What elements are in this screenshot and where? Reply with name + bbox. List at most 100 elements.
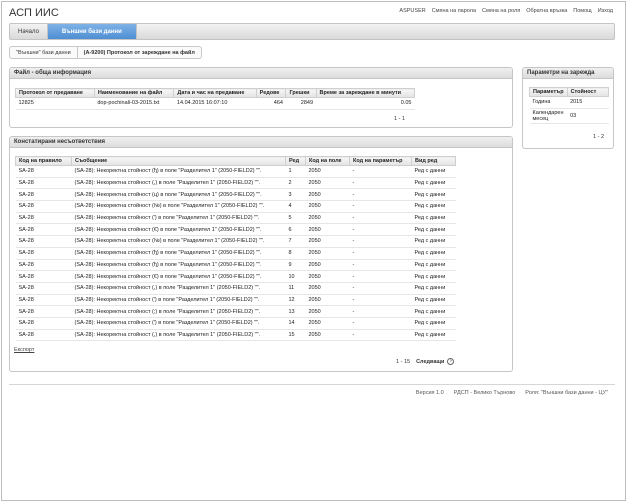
- cell-param-code: -: [349, 259, 412, 272]
- change-password-link[interactable]: Смяна на парола: [432, 8, 476, 14]
- cell-rule-code: SA-28: [15, 270, 72, 283]
- cell-message: (SA-28): Некоректна стойност (№) в поле …: [71, 200, 286, 213]
- table-row[interactable]: SA-28 (SA-28): Некоректна стойност (ц) в …: [15, 188, 456, 202]
- cell-protocol: 12825: [15, 97, 95, 110]
- table-row[interactable]: SA-28 (SA-28): Некоректна стойност (€) в …: [15, 270, 456, 283]
- cell-row: 2: [285, 177, 306, 190]
- cell-message: (SA-28): Некоректна стойност (') в поле …: [71, 317, 286, 330]
- cell-row: 5: [285, 212, 306, 225]
- cell-field-code: 2050: [305, 165, 350, 178]
- file-info-header-row: Протокол от предаване Наименование на фа…: [15, 88, 416, 98]
- cell-field-code: 2050: [305, 200, 350, 213]
- col-message[interactable]: Съобщение: [71, 156, 286, 166]
- table-row[interactable]: SA-28 (SA-28): Некоректна стойност (;) в …: [15, 305, 456, 318]
- table-row[interactable]: SA-28 (SA-28): Некоректна стойност (ђ) в …: [15, 247, 456, 260]
- param-value: 03: [567, 108, 609, 124]
- cell-row: 15: [285, 329, 306, 342]
- cell-message: (SA-28): Некоректна стойност (€) в поле …: [71, 223, 286, 237]
- cell-row-type: Ред с данни: [411, 177, 456, 190]
- errors-header-row: Код на правило Съобщение Ред Код на поле…: [15, 156, 456, 166]
- cell-param-code: -: [349, 223, 412, 237]
- cell-field-code: 2050: [305, 188, 350, 202]
- logout-link[interactable]: Изход: [598, 8, 613, 14]
- table-row[interactable]: SA-28 (SA-28): Некоректна стойност (ђ) в …: [15, 259, 456, 272]
- col-row[interactable]: Ред: [285, 156, 306, 166]
- cell-message: (SA-28): Некоректна стойност (№) в поле …: [71, 235, 286, 248]
- breadcrumb: "Външни" бази данни (А-9200) Протокол от…: [9, 46, 202, 59]
- page-frame: АСП ИИС ASPUSER Смяна на парола Смяна на…: [1, 1, 626, 501]
- cell-rule-code: SA-28: [15, 329, 72, 342]
- nav-tab-external-db[interactable]: Външни бази данни: [47, 24, 137, 39]
- cell-message: (SA-28): Некоректна стойност (ђ) в поле …: [71, 247, 286, 260]
- file-info-panel: Файл - обща информация Протокол от преда…: [9, 67, 513, 128]
- cell-row-type: Ред с данни: [411, 329, 456, 342]
- table-row[interactable]: SA-28 (SA-28): Некоректна стойност (,) в …: [15, 282, 456, 295]
- nav-tab-home[interactable]: Начало: [10, 24, 48, 39]
- cell-rule-code: SA-28: [15, 188, 72, 202]
- table-row[interactable]: SA-28 (SA-28): Некоректна стойност (№) в …: [15, 235, 456, 248]
- footer-divider: [9, 384, 615, 385]
- cell-param-code: -: [349, 200, 412, 213]
- table-row[interactable]: SA-28 (SA-28): Некоректна стойност (') в …: [15, 294, 456, 307]
- col-load-time[interactable]: Време за зареждане в минути: [315, 88, 416, 98]
- col-errors[interactable]: Грешки: [285, 88, 317, 98]
- table-row[interactable]: SA-28 (SA-28): Некоректна стойност (') в …: [15, 317, 456, 330]
- cell-message: (SA-28): Некоректна стойност (,) в поле …: [71, 329, 286, 342]
- col-date-time[interactable]: Дата и час на предаване: [173, 88, 257, 98]
- cell-message: (SA-28): Некоректна стойност (ц) в поле …: [71, 188, 286, 202]
- cell-date-time: 14.04.2015 16:07:10: [173, 97, 257, 110]
- main-nav: Начало Външни бази данни: [9, 23, 615, 40]
- table-row[interactable]: SA-28 (SA-28): Некоректна стойност (,) в …: [15, 177, 456, 190]
- cell-row-type: Ред с данни: [411, 188, 456, 202]
- cell-file-name: dop-pochinali-03-2015.txt: [94, 97, 174, 110]
- cell-param-code: -: [349, 177, 412, 190]
- cell-field-code: 2050: [305, 329, 350, 342]
- cell-field-code: 2050: [305, 235, 350, 248]
- cell-param-code: -: [349, 305, 412, 318]
- cell-message: (SA-28): Некоректна стойност (ђ) в поле …: [71, 165, 286, 178]
- cell-param-code: -: [349, 212, 412, 225]
- export-link[interactable]: Експорт: [14, 347, 34, 353]
- cell-row-type: Ред с данни: [411, 235, 456, 248]
- change-role-link[interactable]: Смяна на роля: [482, 8, 520, 14]
- table-row[interactable]: SA-28 (SA-28): Некоректна стойност (,) в …: [15, 329, 456, 342]
- cell-row: 10: [285, 270, 306, 283]
- cell-field-code: 2050: [305, 282, 350, 295]
- col-row-type[interactable]: Вид ред: [411, 156, 456, 166]
- col-protocol[interactable]: Протокол от предаване: [15, 88, 95, 98]
- breadcrumb-parent[interactable]: "Външни" бази данни: [9, 46, 78, 59]
- table-row[interactable]: SA-28 (SA-28): Некоректна стойност (') в …: [15, 212, 456, 225]
- cell-row: 11: [285, 282, 306, 295]
- help-link[interactable]: Помощ: [573, 8, 591, 14]
- table-row[interactable]: SA-28 (SA-28): Некоректна стойност (ђ) в …: [15, 165, 456, 178]
- col-rows[interactable]: Редове: [255, 88, 287, 98]
- cell-row: 1: [285, 165, 306, 178]
- next-page-button[interactable]: Следващи ›: [416, 358, 455, 365]
- col-param-code[interactable]: Код на параметър: [349, 156, 412, 166]
- cell-row: 6: [285, 223, 306, 237]
- cell-param-code: -: [349, 247, 412, 260]
- user-link[interactable]: ASPUSER: [399, 8, 425, 14]
- col-file-name[interactable]: Наименование на файл: [93, 88, 175, 98]
- errors-range: 1 - 15: [396, 358, 411, 365]
- params-panel: Параметри на зарежда Параметър Стойност …: [522, 67, 614, 149]
- param-name: Година: [529, 96, 568, 109]
- cell-row: 4: [285, 200, 306, 213]
- cell-param-code: -: [349, 282, 412, 295]
- cell-field-code: 2050: [305, 259, 350, 272]
- cell-row-type: Ред с данни: [411, 270, 456, 283]
- col-rule-code[interactable]: Код на правило: [15, 156, 72, 166]
- errors-pager: 1 - 15 Следващи ›: [396, 358, 455, 365]
- col-field-code[interactable]: Код на поле: [305, 156, 350, 166]
- cell-param-code: -: [349, 294, 412, 307]
- cell-param-code: -: [349, 165, 412, 178]
- feedback-link[interactable]: Обратна връзка: [526, 8, 567, 14]
- table-row[interactable]: SA-28 (SA-28): Некоректна стойност (№) в …: [15, 200, 456, 213]
- cell-field-code: 2050: [305, 212, 350, 225]
- table-row[interactable]: SA-28 (SA-28): Некоректна стойност (€) в …: [15, 223, 456, 237]
- cell-row-type: Ред с данни: [411, 259, 456, 272]
- col-parameter[interactable]: Параметър: [529, 87, 568, 97]
- next-label: Следващи: [416, 358, 445, 365]
- cell-rule-code: SA-28: [15, 223, 72, 237]
- col-value[interactable]: Стойност: [566, 87, 610, 97]
